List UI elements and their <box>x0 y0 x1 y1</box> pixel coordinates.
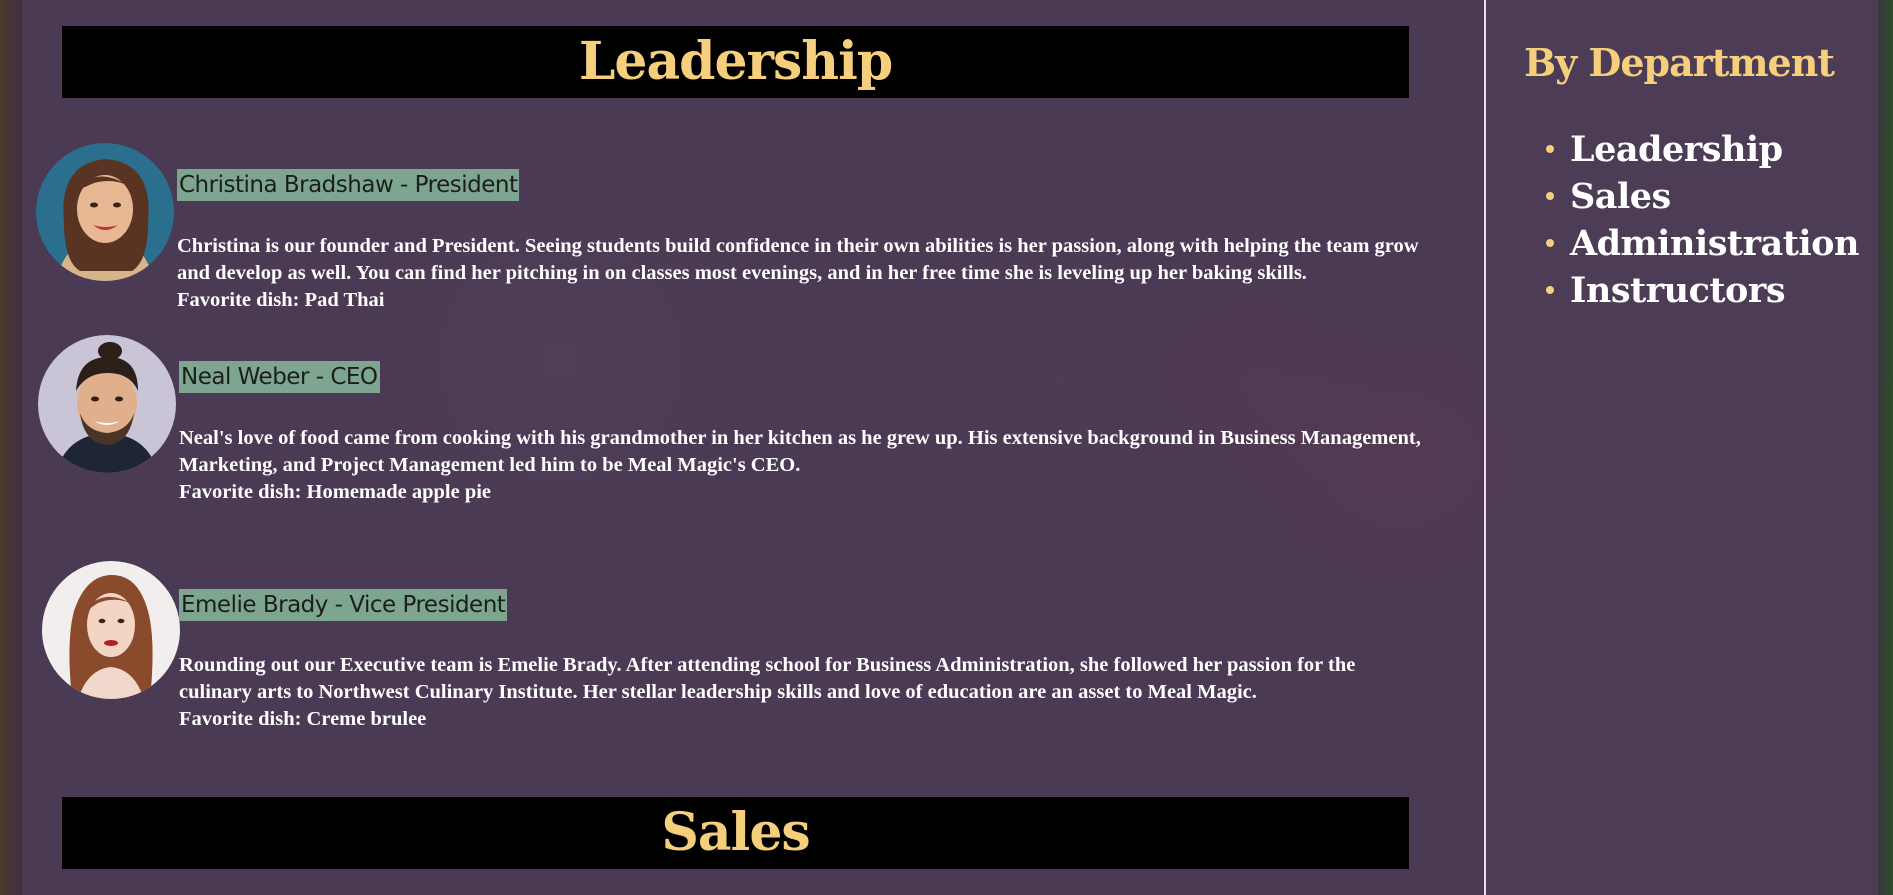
sidebar: By Department Leadership Sales Administr… <box>1484 0 1878 895</box>
sidebar-item-label: Administration <box>1570 223 1859 264</box>
favorite-dish: Favorite dish: Homemade apple pie <box>179 481 492 503</box>
woman-portrait-icon <box>42 561 180 699</box>
sidebar-item-instructors[interactable]: Instructors <box>1546 267 1859 314</box>
person-bio: Neal's love of food came from cooking wi… <box>179 425 1424 506</box>
sidebar-item-label: Leadership <box>1570 129 1783 170</box>
woman-portrait-icon <box>36 143 174 281</box>
sidebar-item-sales[interactable]: Sales <box>1546 173 1859 220</box>
sidebar-item-administration[interactable]: Administration <box>1546 220 1859 267</box>
section-title-leadership: Leadership <box>578 31 893 92</box>
person-bio: Rounding out our Executive team is Emeli… <box>179 652 1424 733</box>
person-bio: Christina is our founder and President. … <box>177 233 1422 314</box>
section-title-sales: Sales <box>661 802 810 863</box>
bullet-icon <box>1546 145 1554 153</box>
favorite-dish: Favorite dish: Creme brulee <box>179 708 427 730</box>
section-header-sales: Sales <box>62 797 1409 869</box>
sidebar-item-label: Instructors <box>1570 270 1786 311</box>
bullet-icon <box>1546 239 1554 247</box>
main-content: Leadership Christina Bradshaw - Presiden… <box>22 0 1483 895</box>
person-name-title: Neal Weber - CEO <box>179 361 380 393</box>
favorite-dish: Favorite dish: Pad Thai <box>177 289 385 311</box>
bio-text: Christina is our founder and President. … <box>177 235 1419 284</box>
department-list: Leadership Sales Administration Instruct… <box>1546 126 1859 314</box>
man-portrait-icon <box>38 335 176 473</box>
bio-text: Rounding out our Executive team is Emeli… <box>179 654 1356 703</box>
bullet-icon <box>1546 286 1554 294</box>
person-name-title: Christina Bradshaw - President <box>177 169 520 201</box>
person-name-title: Emelie Brady - Vice President <box>179 589 508 621</box>
bullet-icon <box>1546 192 1554 200</box>
section-header-leadership: Leadership <box>62 26 1409 98</box>
sidebar-title: By Department <box>1524 40 1835 85</box>
bio-text: Neal's love of food came from cooking wi… <box>179 427 1421 476</box>
sidebar-item-leadership[interactable]: Leadership <box>1546 126 1859 173</box>
sidebar-item-label: Sales <box>1570 176 1671 217</box>
